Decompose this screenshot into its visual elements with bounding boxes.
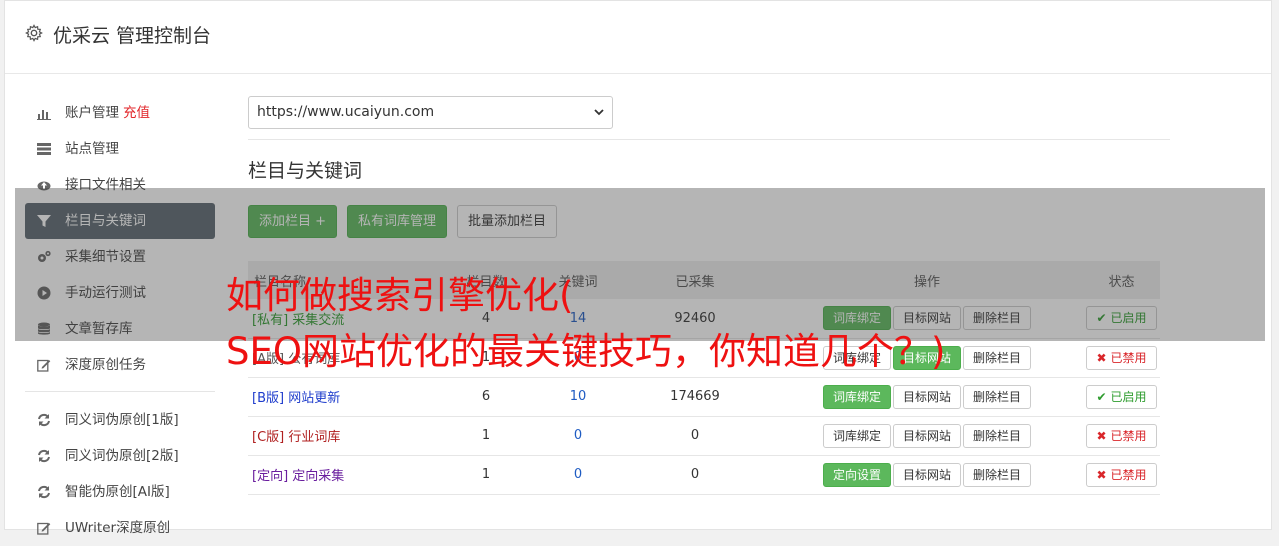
check-icon: ✔ — [1096, 389, 1107, 404]
sidebar-item-synonym-v2[interactable]: 同义词伪原创[2版] — [25, 438, 215, 474]
sidebar-item-account[interactable]: 账户管理 充值 — [25, 95, 215, 131]
cross-icon: ✖ — [1096, 428, 1107, 443]
sidebar-item-sites[interactable]: 站点管理 — [25, 131, 215, 167]
status-toggle[interactable]: ✖ 已禁用 — [1085, 462, 1158, 487]
sidebar-item-synonym-v1[interactable]: 同义词伪原创[1版] — [25, 402, 215, 438]
status-toggle[interactable]: ✖ 已禁用 — [1085, 345, 1158, 370]
sidebar-item-deep-original[interactable]: 深度原创任务 — [25, 347, 215, 383]
direct-settings-button[interactable]: 定向设置 — [822, 462, 891, 487]
collected-count: 0 — [690, 428, 700, 443]
status-cell: ✔ 已启用 — [1083, 377, 1160, 416]
column-count: 1 — [481, 428, 491, 443]
status-label: 已禁用 — [1110, 428, 1147, 443]
delete-column-button[interactable]: 删除栏目 — [963, 384, 1032, 409]
refresh-icon — [38, 449, 50, 463]
refresh-icon — [38, 485, 50, 499]
chevron-down-icon — [594, 109, 604, 116]
table-row: [定向] 定向采集 1 0 0 定向设置 目标网站 删除栏目 ✖ 已禁用 — [248, 455, 1160, 494]
sidebar-item-uwriter[interactable]: UWriter深度原创 — [25, 510, 215, 546]
delete-column-button[interactable]: 删除栏目 — [963, 462, 1032, 487]
operations-cell: 词库绑定 目标网站 删除栏目 — [771, 416, 1083, 455]
column-name-cell[interactable]: [定向] 定向采集 — [248, 455, 435, 494]
column-name-cell[interactable]: [C版] 行业词库 — [248, 416, 435, 455]
status-label: 已启用 — [1110, 389, 1147, 404]
target-site-button[interactable]: 目标网站 — [892, 462, 961, 487]
headline-line-1: 如何做搜索引擎优化( — [226, 274, 574, 317]
column-name: 定向采集 — [292, 469, 345, 484]
gear-icon — [25, 24, 43, 42]
sidebar-item-label: 同义词伪原创[2版] — [65, 448, 179, 464]
site-select[interactable]: https://www.ucaiyun.com — [248, 96, 613, 129]
delete-column-button[interactable]: 删除栏目 — [963, 345, 1032, 370]
collected-count: 0 — [690, 467, 700, 482]
sidebar-item-label: 深度原创任务 — [65, 357, 146, 373]
edit-icon — [37, 359, 51, 372]
delete-column-button[interactable]: 删除栏目 — [963, 423, 1032, 448]
top-bar: 优采云 管理控制台 — [5, 1, 1271, 74]
sidebar-item-label: 账户管理 — [65, 105, 119, 121]
column-count: 1 — [481, 467, 491, 482]
bind-library-button[interactable]: 词库绑定 — [822, 423, 891, 448]
sidebar-item-label: 站点管理 — [65, 141, 119, 157]
cross-icon: ✖ — [1096, 467, 1107, 482]
keyword-count[interactable]: 0 — [537, 455, 619, 494]
column-tag: [定向] — [252, 469, 289, 484]
recharge-link[interactable]: 充值 — [123, 105, 150, 121]
sidebar-item-label: 同义词伪原创[1版] — [65, 412, 179, 428]
operations-cell: 定向设置 目标网站 删除栏目 — [771, 455, 1083, 494]
status-cell: ✖ 已禁用 — [1083, 416, 1160, 455]
status-toggle[interactable]: ✔ 已启用 — [1085, 384, 1158, 409]
column-tag: [B版] — [252, 391, 285, 406]
server-icon — [37, 143, 51, 155]
keyword-count[interactable]: 0 — [537, 416, 619, 455]
headline-line-2: SEO网站优化的最关键技巧，你知道几个？) — [226, 330, 946, 373]
target-site-button[interactable]: 目标网站 — [892, 384, 961, 409]
article-headline: 如何做搜索引擎优化( SEO网站优化的最关键技巧，你知道几个？) — [226, 268, 945, 380]
column-name-cell[interactable]: [B版] 网站更新 — [248, 377, 435, 416]
refresh-icon — [38, 413, 50, 427]
collected-count: 174669 — [670, 389, 720, 404]
target-site-button[interactable]: 目标网站 — [892, 423, 961, 448]
status-toggle[interactable]: ✖ 已禁用 — [1085, 423, 1158, 448]
keyword-count[interactable]: 10 — [537, 377, 619, 416]
status-cell: ✖ 已禁用 — [1083, 338, 1160, 377]
column-tag: [C版] — [252, 430, 285, 445]
app-title: 优采云 管理控制台 — [53, 25, 212, 47]
site-select-value: https://www.ucaiyun.com — [257, 104, 435, 120]
sidebar-divider — [25, 391, 215, 392]
bar-chart-icon — [37, 110, 51, 120]
column-name: 网站更新 — [288, 391, 341, 406]
table-row: [B版] 网站更新 6 10 174669 词库绑定 目标网站 删除栏目 ✔ 已启用 — [248, 377, 1160, 416]
bind-library-button[interactable]: 词库绑定 — [822, 384, 891, 409]
sidebar-item-label: 智能伪原创[AI版] — [65, 484, 170, 500]
cross-icon: ✖ — [1096, 350, 1107, 365]
section-title: 栏目与关键词 — [248, 160, 363, 182]
column-name: 行业词库 — [288, 430, 341, 445]
status-cell: ✖ 已禁用 — [1083, 455, 1160, 494]
sidebar-item-ai-rewrite[interactable]: 智能伪原创[AI版] — [25, 474, 215, 510]
operations-cell: 词库绑定 目标网站 删除栏目 — [771, 377, 1083, 416]
sidebar-item-label: UWriter深度原创 — [65, 520, 171, 536]
status-label: 已禁用 — [1110, 350, 1147, 365]
divider — [248, 139, 1170, 140]
table-row: [C版] 行业词库 1 0 0 词库绑定 目标网站 删除栏目 ✖ 已禁用 — [248, 416, 1160, 455]
status-label: 已禁用 — [1110, 467, 1147, 482]
edit-icon — [37, 522, 51, 535]
column-count: 6 — [481, 389, 491, 404]
